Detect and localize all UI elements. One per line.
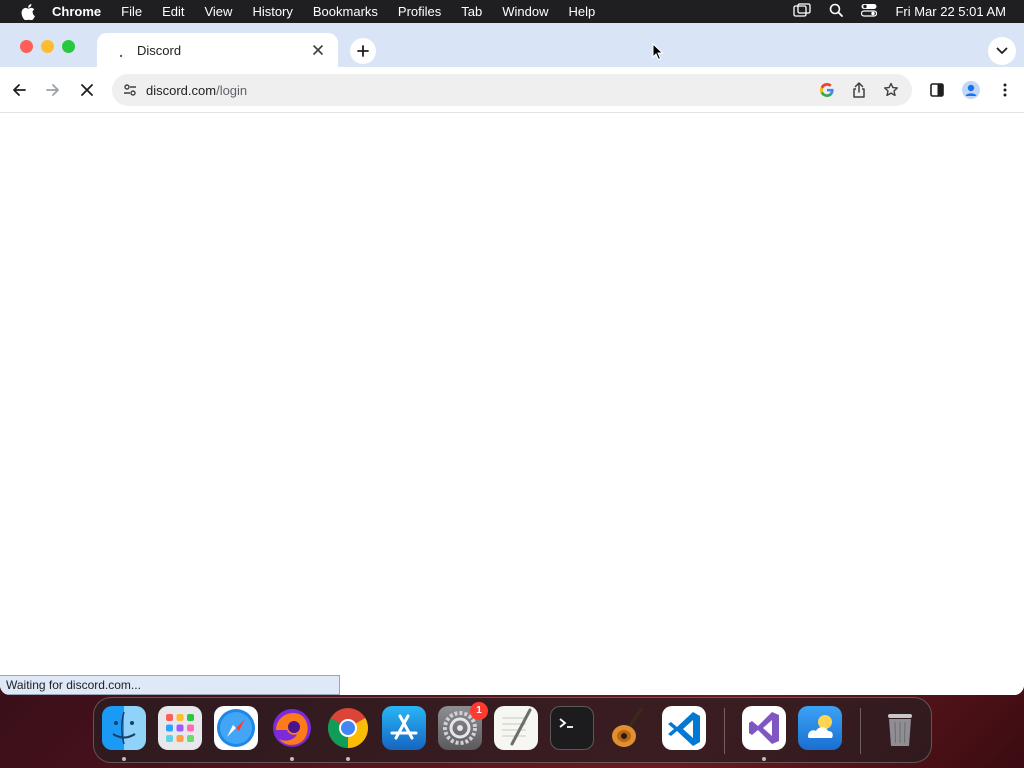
back-button[interactable] (7, 78, 31, 102)
dock-separator-trash (860, 708, 861, 754)
url-domain: discord.com (146, 82, 217, 98)
app-store-icon[interactable] (382, 706, 426, 750)
chrome-running-dot (346, 757, 350, 761)
tab-strip: Discord (0, 23, 1024, 67)
control-center-icon[interactable] (861, 3, 878, 20)
menu-view[interactable]: View (204, 4, 232, 19)
launchpad-icon[interactable] (158, 706, 202, 750)
profile-avatar-icon[interactable] (959, 78, 983, 102)
menu-tab[interactable]: Tab (461, 4, 482, 19)
menu-help[interactable]: Help (569, 4, 596, 19)
stop-loading-button[interactable] (75, 78, 99, 102)
window-maximize-button[interactable] (62, 40, 75, 53)
url-text[interactable]: discord.com/login (146, 83, 816, 98)
settings-notification-badge: 1 (470, 702, 488, 720)
screen-mirroring-icon[interactable] (793, 3, 812, 20)
bookmark-star-icon[interactable] (880, 79, 902, 101)
address-bar[interactable]: discord.com/login (112, 74, 912, 106)
menu-file[interactable]: File (121, 4, 142, 19)
menu-clock[interactable]: Fri Mar 22 5:01 AM (895, 4, 1006, 19)
tab-search-button[interactable] (988, 37, 1016, 65)
url-path: /login (216, 82, 248, 98)
terminal-icon[interactable] (550, 706, 594, 750)
window-minimize-button[interactable] (41, 40, 54, 53)
browser-window: Discord discord.com/login Waiting for di… (0, 23, 1024, 695)
visual-studio-icon[interactable] (742, 706, 786, 750)
weather-icon[interactable] (798, 706, 842, 750)
chrome-icon[interactable] (326, 706, 370, 750)
tab-discord[interactable]: Discord (97, 33, 338, 67)
new-tab-button[interactable] (350, 38, 376, 64)
google-lens-icon[interactable] (816, 79, 838, 101)
window-controls (20, 40, 75, 53)
window-close-button[interactable] (20, 40, 33, 53)
browser-toolbar: discord.com/login (0, 67, 1024, 113)
menu-bar: Chrome File Edit View History Bookmarks … (0, 0, 1024, 23)
trash-icon[interactable] (878, 706, 922, 750)
page-content (0, 113, 1024, 695)
garageband-icon[interactable] (606, 706, 650, 750)
more-menu-icon[interactable] (993, 78, 1017, 102)
menu-bookmarks[interactable]: Bookmarks (313, 4, 378, 19)
firefox-icon[interactable] (270, 706, 314, 750)
tab-title: Discord (137, 42, 182, 58)
menu-edit[interactable]: Edit (162, 4, 184, 19)
menu-app-name[interactable]: Chrome (52, 4, 101, 19)
apple-icon[interactable] (20, 3, 36, 20)
vscode-icon[interactable] (662, 706, 706, 750)
dock: 1 (93, 697, 932, 763)
finder-running-dot (122, 757, 126, 761)
finder-icon[interactable] (102, 706, 146, 750)
textedit-icon[interactable] (494, 706, 538, 750)
firefox-running-dot (290, 757, 294, 761)
safari-icon[interactable] (214, 706, 258, 750)
status-bubble: Waiting for discord.com... (0, 675, 340, 695)
spotlight-search-icon[interactable] (829, 3, 844, 20)
mouse-cursor-icon (652, 42, 664, 66)
side-panel-icon[interactable] (925, 78, 949, 102)
menu-history[interactable]: History (252, 4, 292, 19)
tab-close-icon[interactable] (308, 40, 328, 60)
share-icon[interactable] (848, 79, 870, 101)
menu-window[interactable]: Window (502, 4, 548, 19)
menu-profiles[interactable]: Profiles (398, 4, 441, 19)
dock-separator (724, 708, 725, 754)
forward-button[interactable] (41, 78, 65, 102)
visual-studio-running-dot (762, 757, 766, 761)
loading-spinner-icon (113, 42, 129, 58)
site-info-icon[interactable] (120, 80, 140, 100)
